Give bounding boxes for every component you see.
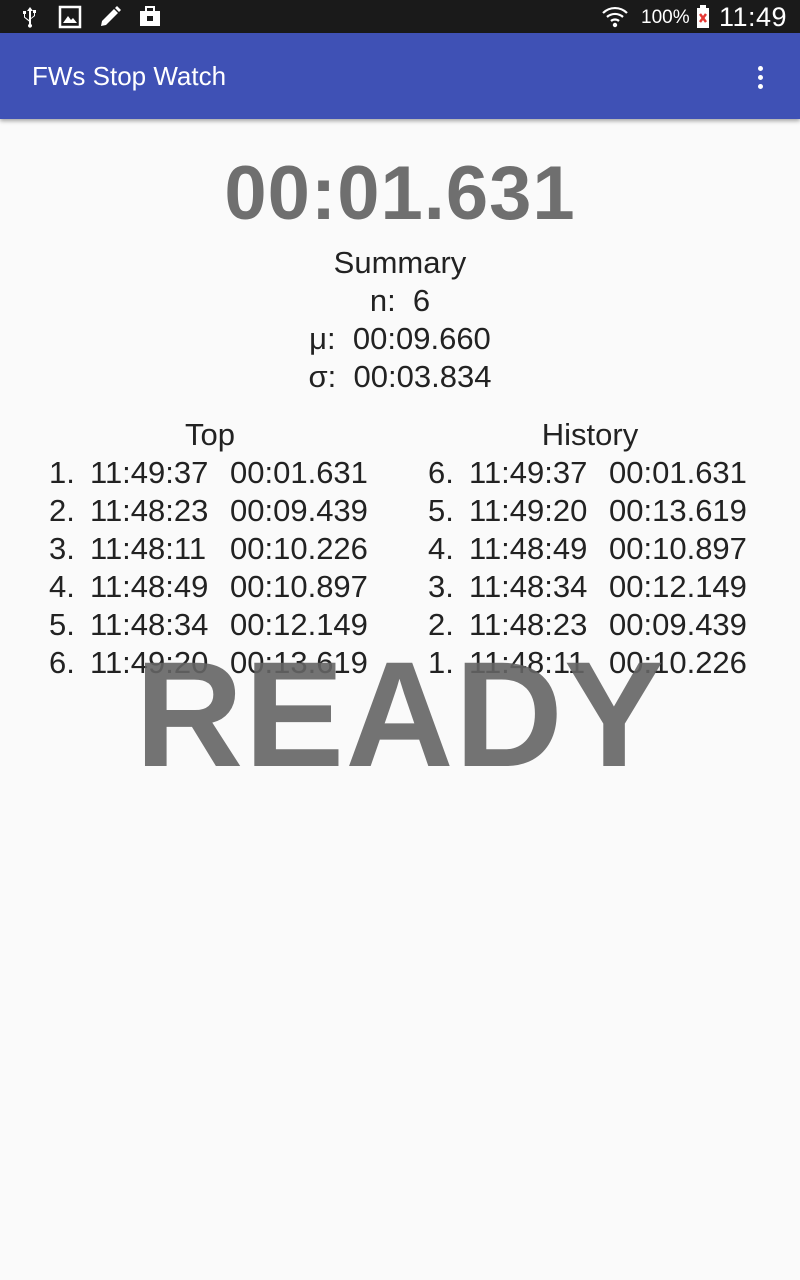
mean-value: 00:09.660 (352, 321, 491, 356)
lap-number: 2. (428, 607, 454, 642)
list-item: 2. 11:48:23 00:09.439 (400, 606, 800, 644)
battery-icon (696, 5, 710, 29)
elapsed-time: 00:13.619 (230, 645, 368, 680)
clock-time: 11:48:23 (90, 493, 209, 528)
summary-count: n: 6 (0, 282, 800, 320)
list-item: 5. 11:48:34 00:12.149 (0, 606, 400, 644)
list-item: 4. 11:48:49 00:10.897 (0, 568, 400, 606)
app-title: FWs Stop Watch (32, 61, 227, 91)
list-item: 2. 11:48:23 00:09.439 (0, 492, 400, 530)
rank: 6. (49, 645, 75, 680)
lap-number: 5. (428, 493, 454, 528)
top-header: Top (185, 417, 235, 452)
status-clock: 11:49 (719, 2, 788, 32)
more-vert-icon-dot (757, 83, 763, 89)
rank: 5. (49, 607, 75, 642)
rank: 1. (49, 455, 75, 490)
history-list: History 6. 11:49:37 00:01.631 5. 11:49:20 00… (400, 416, 800, 682)
elapsed-time: 00:12.149 (230, 607, 368, 642)
elapsed-time: 00:09.439 (230, 493, 368, 528)
summary-panel: Summary n: 6 μ: 00:09.660 σ: 00:03.834 (0, 244, 800, 396)
app-bar: FWs Stop Watch (0, 33, 800, 119)
clock-time: 11:49:20 (90, 645, 209, 680)
elapsed-time: 00:01.631 (230, 455, 368, 490)
elapsed-time: 00:12.149 (609, 569, 747, 604)
more-vert-icon (757, 65, 763, 71)
status-bar: 100% 11:49 (0, 0, 800, 33)
clock-time: 11:49:37 (469, 455, 588, 490)
elapsed-time: 00:10.897 (230, 569, 368, 604)
lap-number: 6. (428, 455, 454, 490)
summary-stddev: σ: 00:03.834 (0, 358, 800, 396)
elapsed-time: 00:10.897 (609, 531, 747, 566)
wifi-icon (602, 5, 628, 29)
top-list: Top 1. 11:49:37 00:01.631 2. 11:48:23 00:09.… (0, 416, 400, 682)
rank: 4. (49, 569, 75, 604)
elapsed-time: 00:10.226 (609, 645, 747, 680)
elapsed-time: 00:10.226 (230, 531, 368, 566)
list-item: 3. 11:48:34 00:12.149 (400, 568, 800, 606)
list-item: 4. 11:48:49 00:10.897 (400, 530, 800, 568)
stddev-value: 00:03.834 (353, 359, 492, 394)
summary-mean: μ: 00:09.660 (0, 320, 800, 358)
count-label: n: (369, 283, 396, 318)
history-header: History (541, 417, 639, 452)
lap-number: 4. (428, 531, 454, 566)
elapsed-time: 00:01.631 (609, 455, 747, 490)
mean-label: μ: (309, 321, 336, 356)
briefcase-icon (138, 5, 162, 29)
list-item: 1. 11:49:37 00:01.631 (0, 454, 400, 492)
clock-time: 11:49:20 (469, 493, 588, 528)
elapsed-timer[interactable]: 00:01.631 (0, 150, 800, 237)
rank: 3. (49, 531, 75, 566)
clock-time: 11:48:49 (469, 531, 588, 566)
list-item: 3. 11:48:11 00:10.226 (0, 530, 400, 568)
clock-time: 11:48:49 (90, 569, 209, 604)
list-item: 6. 11:49:37 00:01.631 (400, 454, 800, 492)
clock-time: 11:49:37 (90, 455, 209, 490)
battery-percentage: 100% (641, 7, 690, 28)
more-vert-icon-dot (757, 74, 763, 80)
clock-time: 11:48:23 (469, 607, 588, 642)
usb-icon (20, 5, 40, 29)
lap-number: 3. (428, 569, 454, 604)
edit-icon (98, 5, 122, 29)
summary-heading: Summary (333, 245, 467, 280)
overflow-menu-button[interactable] (744, 57, 776, 97)
list-item: 1. 11:48:11 00:10.226 (400, 644, 800, 682)
clock-time: 11:48:34 (90, 607, 209, 642)
clock-time: 11:48:34 (469, 569, 588, 604)
lap-number: 1. (428, 645, 454, 680)
clock-time: 11:48:11 (469, 645, 586, 680)
clock-time: 11:48:11 (90, 531, 207, 566)
elapsed-time: 00:13.619 (609, 493, 747, 528)
list-item: 5. 11:49:20 00:13.619 (400, 492, 800, 530)
list-item: 6. 11:49:20 00:13.619 (0, 644, 400, 682)
image-icon (58, 5, 82, 29)
count-value: 6 (412, 283, 431, 318)
rank: 2. (49, 493, 75, 528)
elapsed-time: 00:09.439 (609, 607, 747, 642)
stddev-label: σ: (308, 359, 337, 394)
